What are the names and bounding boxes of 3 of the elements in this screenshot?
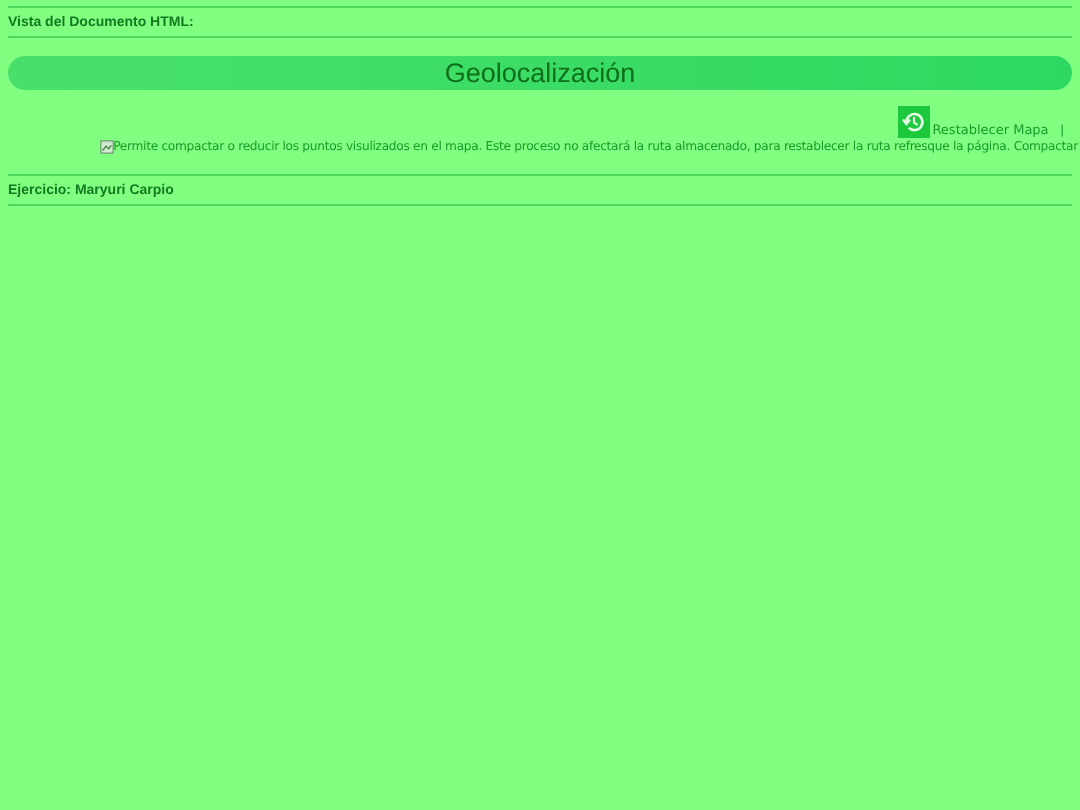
history-icon[interactable] xyxy=(898,106,931,138)
broken-image-icon xyxy=(99,140,114,154)
page-title: Geolocalización xyxy=(444,58,636,88)
